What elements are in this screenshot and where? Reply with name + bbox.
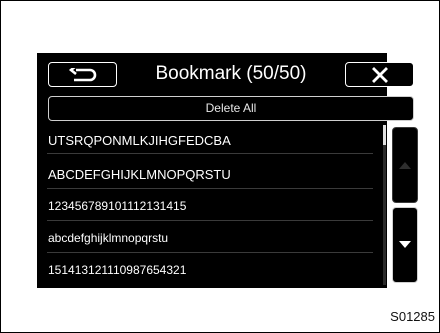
bookmark-item[interactable]: ABCDEFGHIJKLMNOPQRSTU: [48, 167, 231, 182]
delete-all-button[interactable]: Delete All: [48, 96, 414, 121]
divider: [47, 188, 373, 189]
bookmark-item[interactable]: 123456789101112131415: [48, 199, 186, 213]
figure-frame: Bookmark (50/50) Delete All UTSRQPONMLKJ…: [0, 0, 440, 333]
divider: [47, 252, 373, 253]
chevron-up-icon: [399, 162, 411, 169]
figure-code: S01285: [390, 309, 435, 324]
bookmark-item[interactable]: 151413121110987654321: [48, 263, 186, 277]
bookmark-item[interactable]: UTSRQPONMLKJIHGFEDCBA: [48, 133, 231, 148]
chevron-down-icon: [399, 241, 411, 248]
back-button[interactable]: [48, 62, 117, 87]
scroll-up-button[interactable]: [392, 127, 418, 203]
close-button[interactable]: [345, 62, 414, 87]
scroll-down-button[interactable]: [392, 207, 418, 283]
screen-title: Bookmark (50/50): [155, 63, 307, 84]
bookmark-item[interactable]: abcdefghijklmnopqrstu: [48, 231, 168, 245]
back-icon: [68, 67, 96, 81]
divider: [47, 153, 373, 154]
divider: [47, 220, 373, 221]
scrollbar-thumb[interactable]: [383, 125, 386, 145]
scrollbar-track[interactable]: [383, 125, 386, 285]
bookmark-screen: Bookmark (50/50) Delete All UTSRQPONMLKJ…: [37, 53, 418, 288]
close-icon: [371, 66, 388, 83]
